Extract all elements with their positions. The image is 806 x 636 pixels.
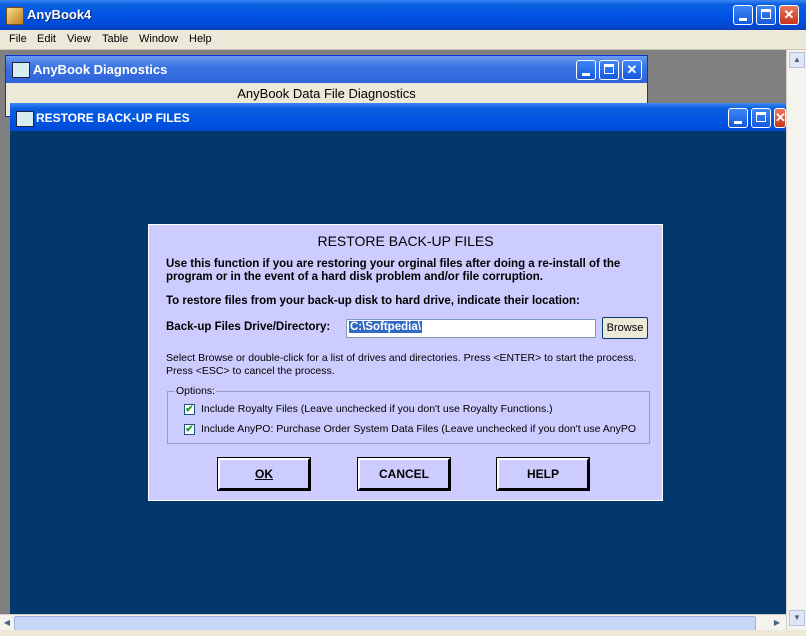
menu-edit[interactable]: Edit [37,33,56,45]
dialog-intro: Use this function if you are restoring y… [166,258,621,283]
close-icon: ✕ [775,110,786,125]
restore-minimize-button[interactable] [728,108,748,128]
minimize-icon [739,18,747,21]
menu-bar: File Edit View Table Window Help [0,30,806,50]
diagnostics-heading: AnyBook Data File Diagnostics [237,86,416,101]
ok-button[interactable]: OK [217,457,311,491]
location-instruction: To restore files from your back-up disk … [166,295,580,307]
restore-maximize-button[interactable] [751,108,771,128]
scroll-up-arrow[interactable]: ▲ [789,52,805,68]
menu-table[interactable]: Table [102,33,128,45]
backup-dir-value: C:\Softpedia\ [349,321,422,333]
restore-title: RESTORE BACK-UP FILES [36,111,190,125]
close-icon: ✕ [626,62,638,77]
status-bar [0,630,806,636]
scroll-right-arrow[interactable]: ▶ [770,615,784,630]
restore-close-button[interactable]: ✕ [774,108,786,128]
anypo-checkbox-label[interactable]: Include AnyPO: Purchase Order System Dat… [201,423,636,435]
dialog-title: RESTORE BACK-UP FILES [317,233,494,249]
options-group: Options: ✔ Include Royalty Files (Leave … [167,385,650,444]
menu-file[interactable]: File [9,33,27,45]
royalty-checkbox[interactable]: ✔ [184,404,195,415]
horizontal-scroll-thumb[interactable] [14,616,756,631]
diagnostics-maximize-button[interactable] [599,60,619,80]
diagnostics-title: AnyBook Diagnostics [33,62,168,77]
diagnostics-titlebar[interactable]: AnyBook Diagnostics ✕ [6,56,647,83]
options-legend: Options: [175,385,217,397]
vertical-scrollbar[interactable]: ▲ ▼ [786,50,806,630]
close-button[interactable]: ✕ [779,5,799,25]
menu-help[interactable]: Help [189,33,212,45]
checkmark-icon: ✔ [185,404,194,415]
scroll-down-arrow[interactable]: ▼ [789,610,805,626]
diagnostics-minimize-button[interactable] [576,60,596,80]
backup-dir-input[interactable]: C:\Softpedia\ [346,319,596,338]
royalty-checkbox-label[interactable]: Include Royalty Files (Leave unchecked i… [201,403,553,415]
browse-button[interactable]: Browse [602,317,648,339]
scroll-left-arrow[interactable]: ◀ [0,615,14,630]
horizontal-scrollbar[interactable]: ◀ ▶ [0,614,786,631]
diagnostics-close-button[interactable]: ✕ [622,60,642,80]
minimize-icon [734,121,742,124]
help-button[interactable]: HELP [496,457,590,491]
app-icon [6,7,24,25]
minimize-icon [582,73,590,76]
minimize-button[interactable] [733,5,753,25]
menu-window[interactable]: Window [139,33,178,45]
maximize-button[interactable] [756,5,776,25]
checkmark-icon: ✔ [185,424,194,435]
cancel-button-label: CANCEL [379,467,429,481]
ok-button-label: OK [255,467,273,481]
window-icon [16,111,34,127]
dialog-help-text: Select Browse or double-click for a list… [166,352,637,377]
menu-view[interactable]: View [67,33,91,45]
maximize-icon [761,9,771,19]
close-icon: ✕ [783,7,795,22]
restore-titlebar[interactable]: RESTORE BACK-UP FILES ✕ [10,103,786,131]
maximize-icon [604,64,614,74]
app-title: AnyBook4 [27,7,92,22]
app-titlebar[interactable]: AnyBook4 ✕ [0,0,806,30]
backup-dir-label: Back-up Files Drive/Directory: [166,321,331,333]
window-icon [12,62,30,78]
help-button-label: HELP [526,467,559,481]
maximize-icon [756,112,766,122]
anypo-checkbox[interactable]: ✔ [184,424,195,435]
restore-dialog: RESTORE BACK-UP FILES Use this function … [148,224,663,501]
cancel-button[interactable]: CANCEL [357,457,451,491]
